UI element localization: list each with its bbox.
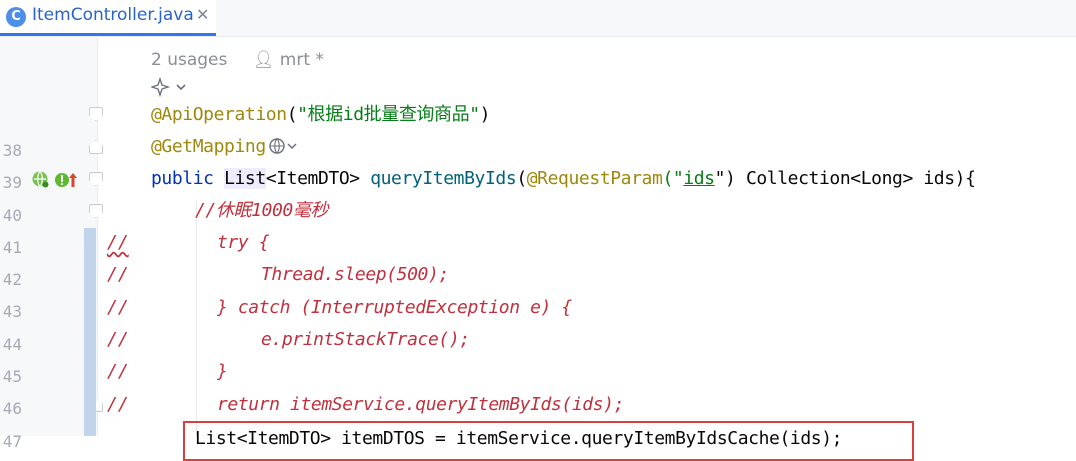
line-number[interactable]: 41 [0, 232, 22, 264]
line-number[interactable]: 45 [0, 361, 22, 393]
java-class-icon: C [6, 7, 26, 27]
highlight-box [183, 421, 914, 461]
paren: ) [479, 104, 491, 125]
web-endpoint-icon[interactable] [31, 170, 51, 190]
line-number[interactable]: 44 [0, 329, 22, 361]
comment-marker: // [107, 394, 129, 415]
code-line-44[interactable]: } catch (InterruptedException e) { [217, 292, 572, 324]
editor-tab-bar: C ItemController.java ✕ [0, 0, 1076, 37]
comment-marker: // [107, 264, 129, 285]
line-number[interactable]: 46 [0, 393, 22, 425]
usages-hint[interactable]: 2 usages [151, 50, 227, 70]
indent-guide [196, 201, 197, 436]
author-hint[interactable]: 👤︎ mrt * [253, 50, 324, 70]
paren: ( [516, 168, 527, 189]
line-number[interactable]: 43 [0, 296, 22, 328]
author-name: mrt * [279, 50, 324, 70]
comment-marker: // [107, 329, 129, 350]
implemented-method-icon[interactable] [54, 171, 80, 189]
code-editor[interactable]: 2 usages 👤︎ mrt * @ApiOperation("根据id批量查… [98, 37, 1076, 461]
paren: (" [662, 168, 684, 189]
annotation: @RequestParam [526, 168, 663, 189]
comment-marker: // [107, 232, 129, 253]
code-line-43[interactable]: Thread.sleep(500); [261, 259, 449, 291]
ai-assistant-icon[interactable] [151, 77, 189, 97]
annotation: @GetMapping [151, 136, 266, 157]
paren: ") [714, 168, 746, 189]
keyword: public [151, 168, 225, 189]
code-line-42[interactable]: try { [217, 227, 270, 259]
code-vision-hint[interactable]: 2 usages 👤︎ mrt * [151, 50, 324, 70]
method-name: queryItemByIds [370, 168, 517, 189]
code-line-39[interactable]: @GetMapping [151, 131, 299, 163]
line-number[interactable]: 47 [0, 426, 22, 458]
user-icon: 👤︎ [252, 50, 275, 70]
vcs-change-marker[interactable] [84, 228, 96, 436]
tab-item-controller[interactable]: C ItemController.java ✕ [0, 0, 216, 36]
line-number[interactable]: 42 [0, 264, 22, 296]
line-number[interactable]: 40 [0, 200, 22, 232]
line-numbers: 38 39 40 41 42 43 44 45 46 47 [0, 135, 22, 458]
type: <ItemDTO> [265, 168, 371, 189]
comment-marker: // [107, 361, 129, 382]
comment-marker: // [107, 297, 129, 318]
type-highlight: List [224, 168, 266, 189]
code-line-38[interactable]: @ApiOperation("根据id批量查询商品") [151, 99, 491, 131]
line-number[interactable]: 38 [0, 135, 22, 167]
code-line-41[interactable]: //休眠1000毫秒 [195, 195, 328, 227]
code-line-47[interactable]: return itemService.queryItemByIds(ids); [217, 389, 624, 421]
line-number[interactable]: 39 [0, 167, 22, 199]
code-line-45[interactable]: e.printStackTrace(); [261, 324, 470, 356]
endpoint-globe-icon[interactable] [269, 137, 299, 155]
code-line-40[interactable]: public List<ItemDTO> queryItemByIds(@Req… [151, 163, 976, 195]
parameters: Collection<Long> ids){ [745, 168, 976, 189]
annotation: @ApiOperation [151, 104, 287, 125]
string-literal: "根据id批量查询商品" [297, 104, 480, 125]
paren: ( [286, 104, 298, 125]
tab-title[interactable]: ItemController.java [32, 5, 194, 25]
close-tab-icon[interactable]: ✕ [196, 5, 209, 24]
code-line-46[interactable]: } [217, 356, 228, 388]
string-literal: ids [683, 168, 715, 189]
